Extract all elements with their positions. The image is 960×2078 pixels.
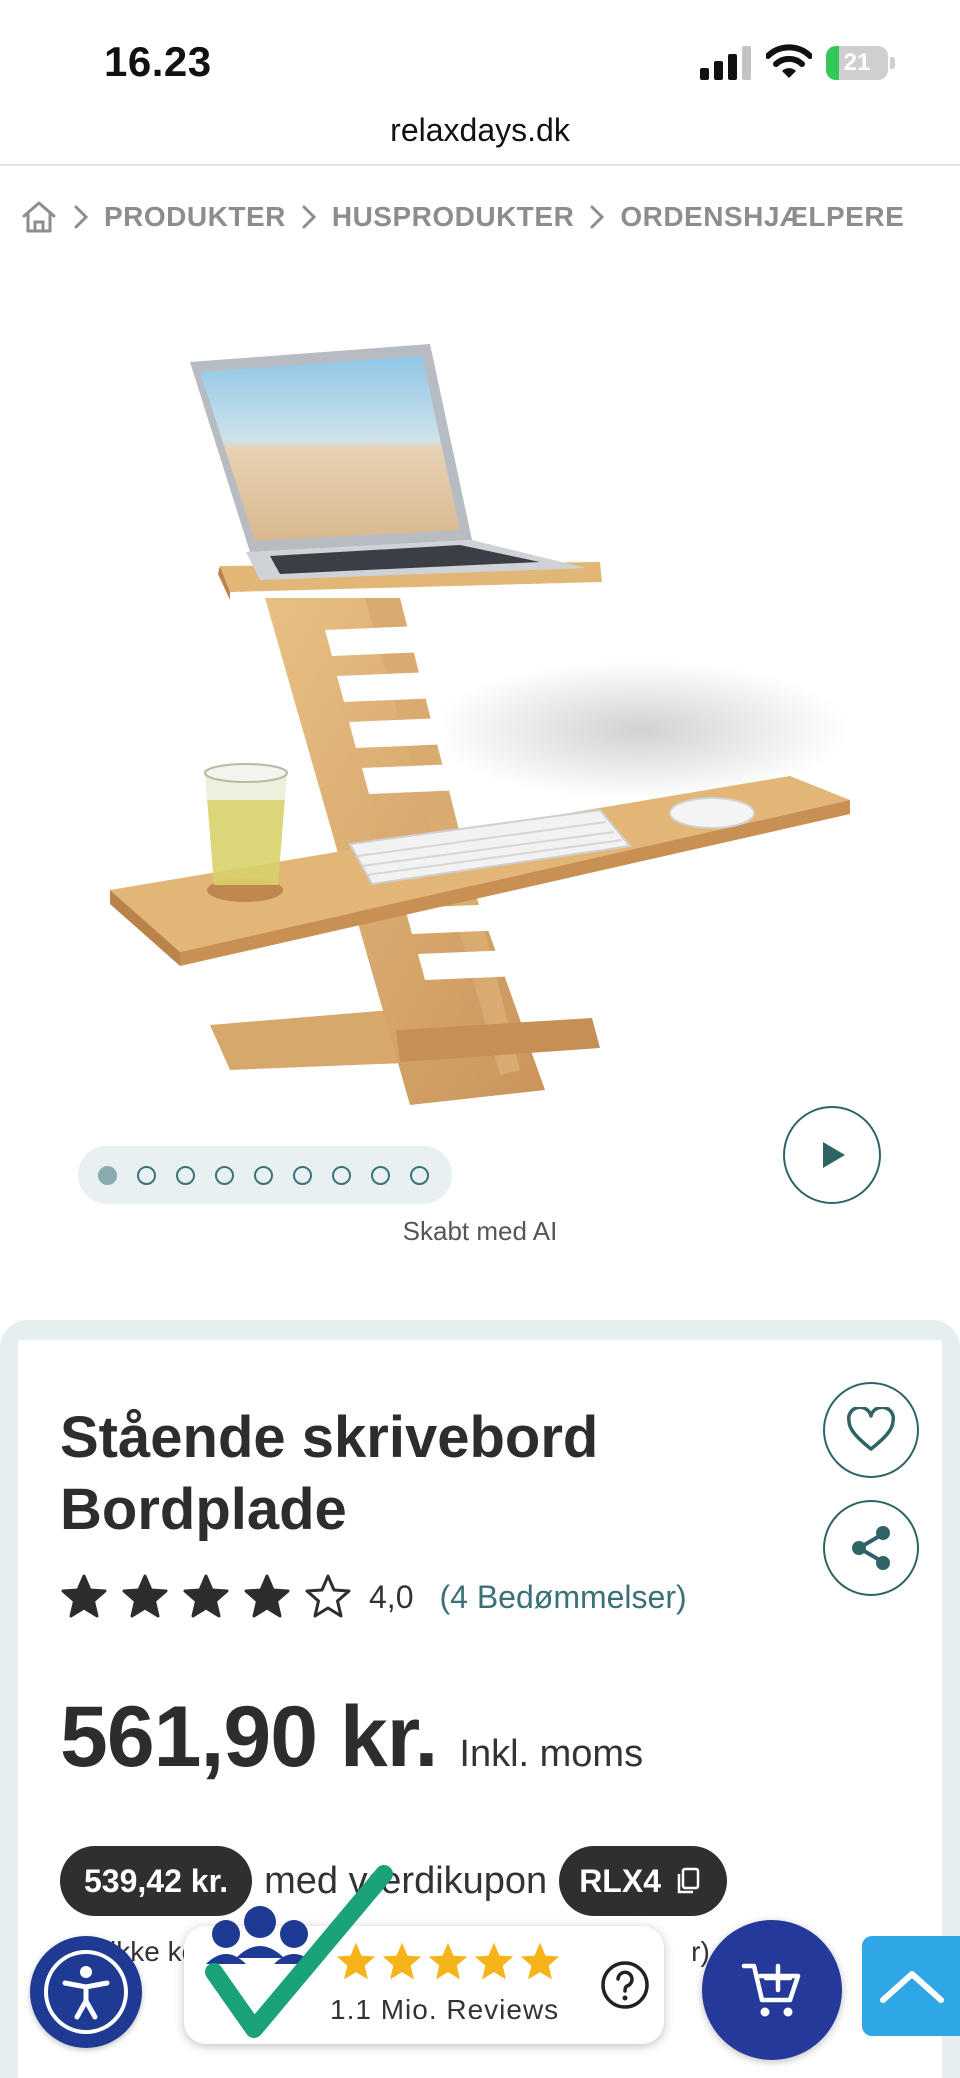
scroll-to-top-button[interactable] [862, 1936, 960, 2036]
breadcrumb-item-husprodukter[interactable]: HUSPRODUKTER [332, 201, 574, 233]
divider [0, 164, 960, 166]
star-filled-icon [336, 1942, 376, 1980]
rating-row: 4,0 (4 Bedømmelser) [60, 1572, 687, 1622]
gallery-dot[interactable] [176, 1165, 195, 1185]
signal-icon [700, 46, 751, 80]
ai-caption: Skabt med AI [402, 1216, 558, 1246]
gallery-dot[interactable] [410, 1165, 429, 1185]
gallery-dot[interactable] [254, 1165, 273, 1185]
price-vat-note: Inkl. moms [459, 1733, 644, 1775]
copy-icon [677, 1867, 700, 1894]
product-price: 561,90 kr. [60, 1689, 438, 1785]
chevron-right-icon [590, 205, 605, 229]
star-filled-icon [244, 1574, 290, 1618]
star-filled-icon [428, 1942, 468, 1980]
chevron-up-icon [880, 1971, 944, 2003]
copy-coupon-button[interactable]: RLX4 [559, 1846, 727, 1916]
battery-indicator: 21 [826, 46, 896, 80]
accessibility-icon [44, 1950, 128, 2034]
play-video-button[interactable] [783, 1106, 881, 1204]
play-icon [823, 1142, 845, 1168]
page: 16.23 21 relaxdays.dk PRODUKTER HUSPRODU… [0, 0, 960, 2078]
gallery-dot[interactable] [371, 1165, 390, 1185]
accessibility-button[interactable] [30, 1936, 142, 2048]
share-icon [852, 1526, 890, 1570]
star-rating [60, 1573, 365, 1621]
status-bar: 16.23 21 [0, 0, 960, 110]
star-filled-icon [520, 1942, 560, 1980]
reviews-stars [334, 1940, 562, 1986]
heart-icon [846, 1407, 896, 1451]
share-button[interactable] [823, 1500, 919, 1596]
product-image[interactable] [100, 330, 860, 1160]
star-filled-icon [183, 1574, 229, 1618]
product-title: Stående skrivebord Bordplade [60, 1405, 599, 1542]
star-filled-icon [61, 1574, 107, 1618]
star-filled-icon [474, 1942, 514, 1980]
star-filled-icon [382, 1942, 422, 1980]
gallery-dot[interactable] [332, 1165, 351, 1185]
help-icon[interactable] [600, 1960, 650, 2010]
reviews-badge[interactable]: 1.1 Mio. Reviews [184, 1865, 664, 2044]
gallery-dot[interactable] [98, 1165, 117, 1185]
chevron-right-icon [302, 205, 316, 229]
status-time: 16.23 [104, 38, 212, 85]
coupon-code: RLX4 [579, 1862, 661, 1899]
star-filled-icon [122, 1574, 168, 1618]
chevron-right-icon [74, 205, 89, 229]
gallery-dot[interactable] [137, 1165, 156, 1185]
url-bar[interactable]: relaxdays.dk [0, 112, 960, 149]
breadcrumb: PRODUKTER HUSPRODUKTER ORDENSHJÆLPERE [20, 196, 904, 238]
price-row: 561,90 kr. Inkl. moms [60, 1688, 643, 1787]
battery-percent: 21 [843, 49, 871, 76]
wifi-icon [766, 44, 812, 78]
gallery-dot[interactable] [293, 1165, 312, 1185]
add-to-cart-icon [741, 1963, 801, 2017]
rating-value: 4,0 [369, 1578, 414, 1615]
gallery-pagination [78, 1146, 452, 1204]
favorite-button[interactable] [823, 1382, 919, 1478]
breadcrumb-item-produkter[interactable]: PRODUKTER [104, 201, 286, 233]
reviews-link[interactable]: (4 Bedømmelser) [439, 1579, 686, 1616]
add-to-cart-button[interactable] [702, 1920, 842, 2060]
star-empty-icon [305, 1574, 351, 1618]
reviews-count: 1.1 Mio. Reviews [330, 1994, 560, 2025]
home-icon[interactable] [20, 198, 58, 236]
breadcrumb-item-ordenshjaelpere[interactable]: ORDENSHJÆLPERE [620, 201, 904, 233]
gallery-dot[interactable] [215, 1165, 234, 1185]
